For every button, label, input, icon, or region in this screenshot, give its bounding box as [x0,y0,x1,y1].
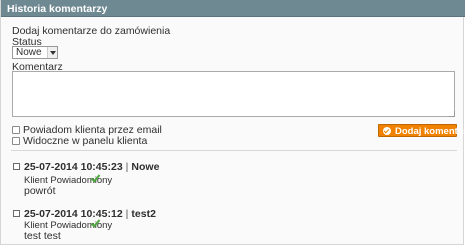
add-comment-button[interactable]: Dodaj komentarz [378,124,472,137]
chevron-down-icon [47,47,57,58]
history-entry-datetime: 25-07-2014 10:45:23 [24,161,123,173]
panel-header: Historia komentarzy [1,0,465,17]
divider [11,150,457,151]
history-entry-status: Nowe [131,161,160,173]
panel-title: Historia komentarzy [7,3,108,15]
history-entry-status: test2 [131,208,156,220]
check-circle-icon [383,127,391,135]
notify-customer-checkbox[interactable] [12,126,20,134]
visible-frontend-label: Widoczne w panelu klienta [23,135,148,147]
add-comment-button-label: Dodaj komentarz [395,126,472,137]
status-select-value: Nowe [16,47,42,58]
history-entry-header: 25-07-2014 10:45:23 | Nowe [24,161,160,173]
status-select[interactable]: Nowe [12,46,58,59]
checkmark-icon [91,174,100,183]
resize-grip-icon[interactable] [449,111,455,117]
history-entry-text: test test [24,230,61,242]
list-item-bullet [13,163,20,170]
history-entry-text: powrót [24,185,56,197]
checkmark-icon [91,219,100,228]
comment-textarea[interactable] [12,71,455,117]
list-item-bullet [13,210,20,217]
visible-frontend-checkbox[interactable] [12,137,20,145]
history-entry-datetime: 25-07-2014 10:45:12 [24,208,123,220]
history-entry-header: 25-07-2014 10:45:12 | test2 [24,208,156,220]
comment-history-panel: Historia komentarzy Dodaj komentarze do … [0,0,472,245]
